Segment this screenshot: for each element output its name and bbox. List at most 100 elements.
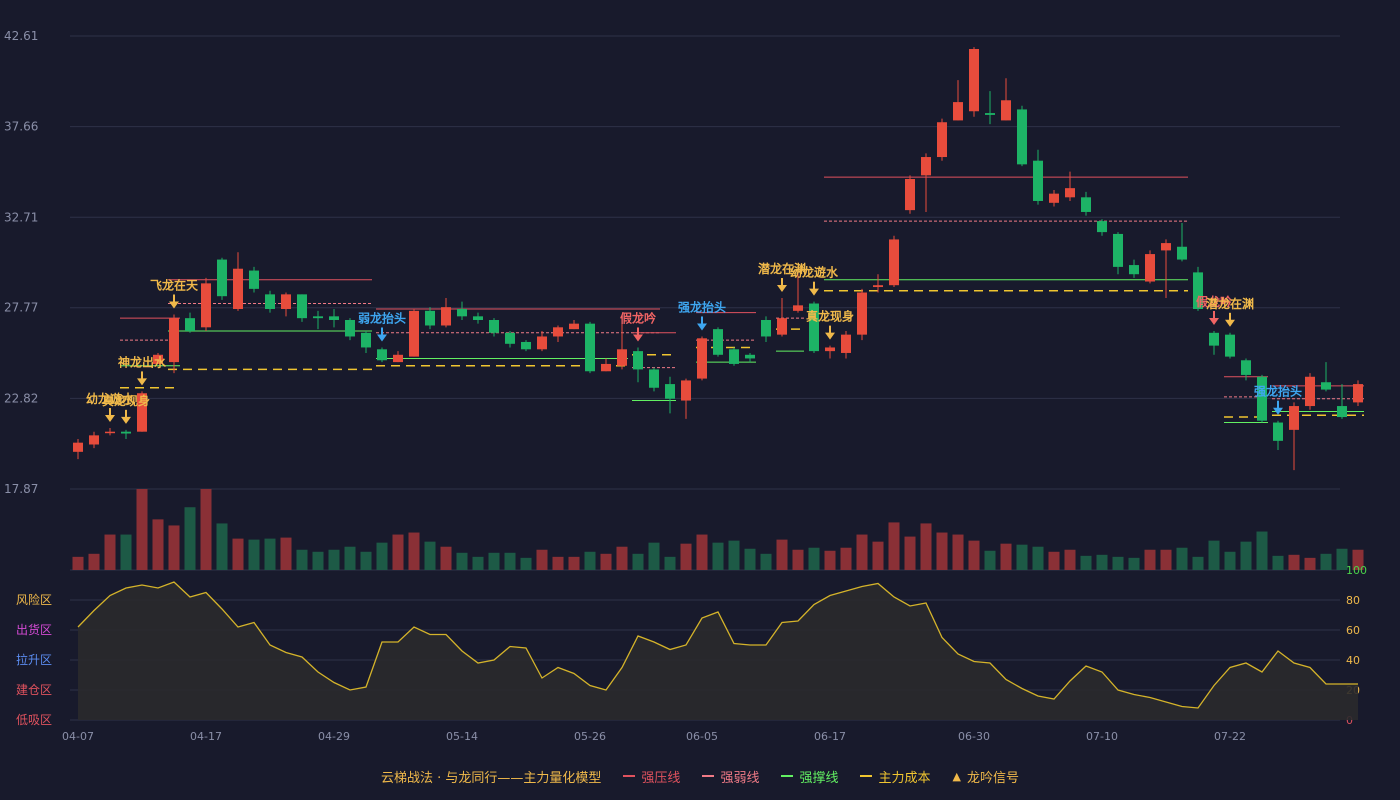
candle-body [345,319,355,337]
volume-bar [776,539,788,570]
candle-body [489,319,499,333]
signal-label: 假龙吟 [620,310,656,325]
legend-title: 云梯战法 · 与龙同行——主力量化模型 [381,770,602,786]
candle-body [249,270,259,289]
volume-bar [1128,557,1140,570]
volume-bar [264,538,276,570]
volume-bar [1016,544,1028,570]
volume-bar [632,553,644,570]
volume-bar [584,551,596,570]
price-tick-label: 17.87 [4,482,38,496]
volume-bar [1240,541,1252,570]
candle-body [1161,243,1171,251]
date-tick-label: 07-22 [1214,730,1246,743]
candle-body [393,354,403,363]
volume-bar [1032,546,1044,570]
volume-bar [536,549,548,570]
signal-label: 强龙抬头 [1254,384,1302,399]
candle-body [1081,197,1091,212]
candle-body [233,268,243,310]
osc-zone-label: 建仓区 [16,683,52,697]
down-arrow-icon [105,415,115,423]
date-tick-label: 06-30 [958,730,990,743]
legend-pressure[interactable]: 强压线 [623,767,680,786]
candle-body [873,285,883,288]
signal-label: 幼龙遊水 [790,265,839,280]
legend-support[interactable]: 强撑线 [781,767,838,786]
price-tick-label: 32.71 [4,210,38,224]
date-tick-label: 06-05 [686,730,718,743]
candle-body [889,239,899,286]
signal-label: 强龙抬头 [678,299,726,314]
osc-tick-label: 80 [1346,594,1360,607]
candle-body [985,113,995,115]
volume-bar [952,534,964,570]
price-tick-label: 27.77 [4,301,38,315]
signal-label: 真龙现身 [102,393,150,408]
candle-body [1033,160,1043,201]
price-tick-label: 42.61 [4,29,38,43]
volume-bar [328,549,340,570]
down-arrow-icon [809,288,819,296]
volume-bar [888,522,900,570]
candle-body [1257,376,1267,421]
osc-zone-label: 低吸区 [16,713,52,727]
legend-pressure-label: 强压线 [641,770,681,786]
candle-body [1065,188,1075,198]
candle-body [937,122,947,158]
candle-body [1337,406,1347,418]
legend-weak[interactable]: 强弱线 [702,767,759,786]
volume-bar [1112,556,1124,570]
volume-bar [984,550,996,570]
candle-body [905,179,915,211]
candle-body [1145,254,1155,282]
volume-bar [616,546,628,570]
candle-body [649,369,659,388]
price-tick-label: 37.66 [4,120,38,134]
volume-bar [200,489,212,570]
candle-body [1353,384,1363,403]
volume-bar [232,538,244,570]
volume-bar [1224,551,1236,570]
down-arrow-icon [697,323,707,331]
candle-body [1305,376,1315,407]
candle-body [1177,246,1187,260]
candle-body [297,294,307,319]
volume-bar [168,525,180,570]
volume-bar [104,534,116,570]
volume-bar [904,536,916,570]
candle-body [665,384,675,399]
osc-tick-label: 60 [1346,624,1360,637]
volume-bar [1272,555,1284,570]
dragon-quant-chart: 42.6137.6632.7127.7722.8217.87幼龙遊水真龙现身神龙… [4,29,1367,743]
volume-bar [664,556,676,570]
legend-cost[interactable]: 主力成本 [860,767,930,786]
signal-label: 真龙现身 [806,309,854,324]
cost-line-swatch [860,775,873,777]
osc-zone-label: 出货区 [16,622,52,637]
volume-bar [456,552,468,570]
down-arrow-icon [1209,317,1219,325]
candle-body [281,294,291,310]
volume-bar [872,541,884,570]
signal-label: 神龙出水 [118,354,167,369]
candle-body [841,334,851,353]
candle-body [521,341,531,350]
candle-body [793,305,803,311]
date-tick-label: 04-07 [62,730,94,743]
candle-body [361,332,371,348]
osc-tick-label: 40 [1346,654,1360,667]
volume-bar [680,543,692,570]
osc-area [78,582,1358,720]
volume-bar [648,542,660,570]
candle-body [473,316,483,320]
candle-body [1017,109,1027,165]
volume-bar [1064,549,1076,570]
volume-bar [184,507,196,570]
volume-bar [280,537,292,570]
volume-bar [1160,549,1172,570]
weak-line-swatch [702,775,715,777]
legend-signal[interactable]: ▲ 龙吟信号 [952,767,1018,786]
down-arrow-icon [377,334,387,342]
volume-bar [1192,556,1204,570]
